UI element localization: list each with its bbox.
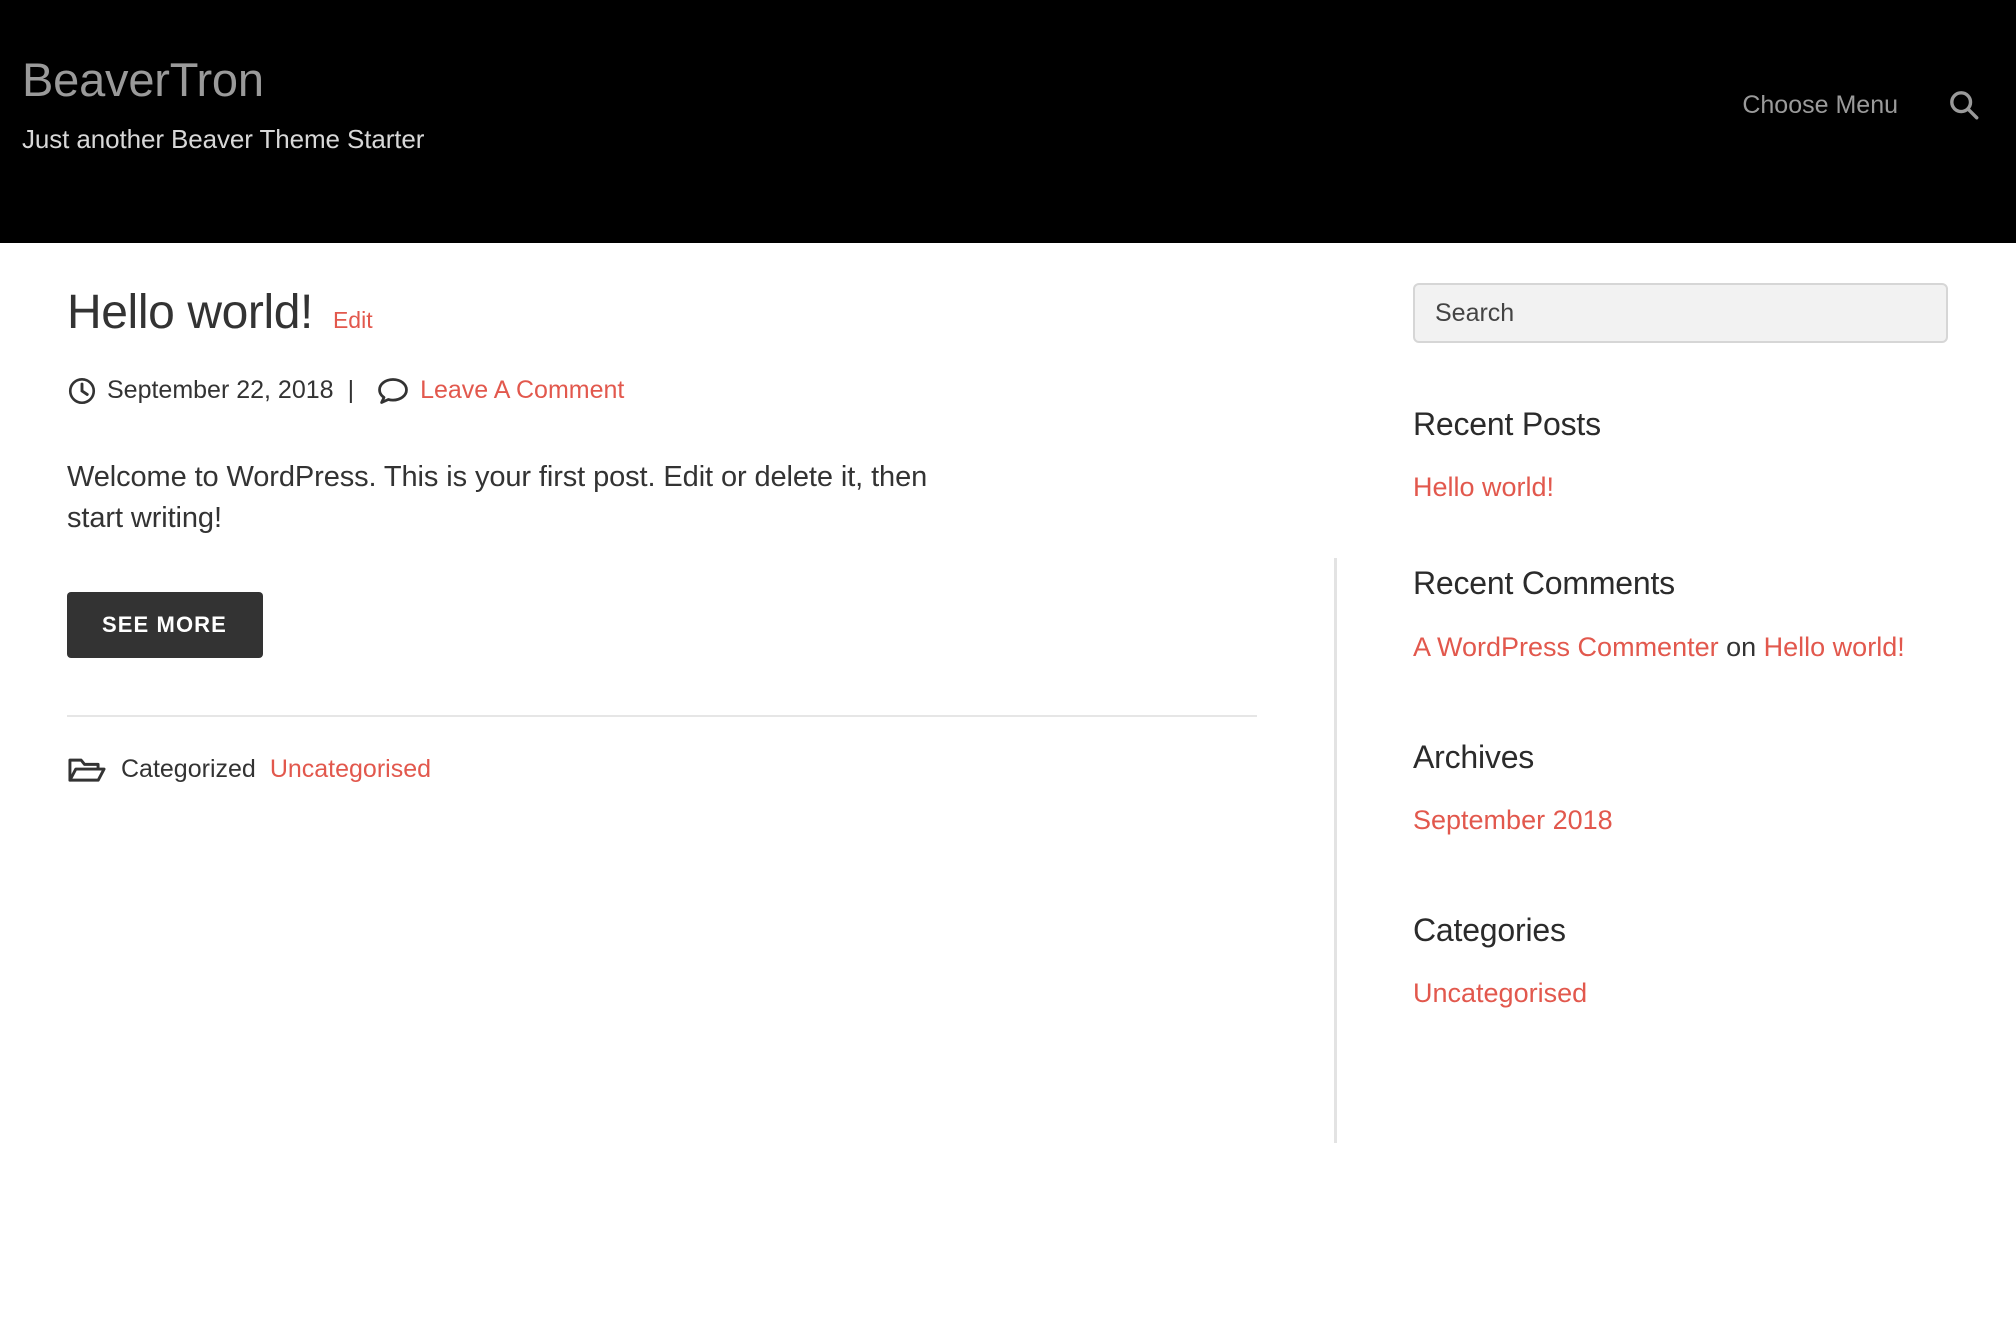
- categories-list: Uncategorised: [1413, 976, 1948, 1012]
- post-header: Hello world! Edit: [67, 287, 1257, 340]
- comment-bubble-icon: [376, 375, 410, 407]
- post-date-meta: September 22, 2018: [67, 376, 334, 406]
- widget-recent-comments: Recent Comments A WordPress Commenter on…: [1413, 564, 1948, 665]
- recent-comments-list: A WordPress Commenter on Hello world!: [1413, 630, 1948, 666]
- content-sidebar-divider: [1334, 558, 1337, 1143]
- header-inner: BeaverTron Just another Beaver Theme Sta…: [0, 0, 2016, 155]
- widget-search: [1413, 283, 1948, 343]
- post-article: Hello world! Edit September 22, 2018 |: [67, 287, 1257, 786]
- site-tagline: Just another Beaver Theme Starter: [22, 124, 424, 155]
- post-category-link[interactable]: Uncategorised: [270, 755, 431, 784]
- site-branding: BeaverTron Just another Beaver Theme Sta…: [22, 55, 424, 155]
- main-content: Hello world! Edit September 22, 2018 |: [0, 243, 1334, 786]
- widget-title-categories: Categories: [1413, 911, 1948, 949]
- comment-author-link[interactable]: A WordPress Commenter: [1413, 632, 1719, 662]
- edit-post-link[interactable]: Edit: [333, 307, 373, 334]
- list-item: Uncategorised: [1413, 976, 1948, 1012]
- post-comment-meta: Leave A Comment: [376, 375, 624, 407]
- clock-icon: [67, 376, 97, 406]
- post-divider: [67, 715, 1257, 717]
- sidebar: Recent Posts Hello world! Recent Comment…: [1334, 243, 2016, 1024]
- categorized-label: Categorized: [121, 755, 256, 784]
- post-body-text: Welcome to WordPress. This is your first…: [67, 457, 972, 540]
- archives-list: September 2018: [1413, 803, 1948, 839]
- widget-archives: Archives September 2018: [1413, 738, 1948, 839]
- leave-comment-link[interactable]: Leave A Comment: [420, 376, 624, 405]
- post-date-text: September 22, 2018: [107, 376, 334, 405]
- widget-recent-posts: Recent Posts Hello world!: [1413, 405, 1948, 506]
- recent-posts-list: Hello world!: [1413, 470, 1948, 506]
- search-input[interactable]: [1413, 283, 1948, 343]
- meta-separator: |: [348, 376, 355, 405]
- list-item: September 2018: [1413, 803, 1948, 839]
- widget-title-recent-posts: Recent Posts: [1413, 405, 1948, 443]
- header-navigation: Choose Menu: [1742, 55, 1988, 127]
- site-title[interactable]: BeaverTron: [22, 55, 424, 106]
- site-header: BeaverTron Just another Beaver Theme Sta…: [0, 0, 2016, 243]
- recent-post-link[interactable]: Hello world!: [1413, 472, 1554, 502]
- see-more-button[interactable]: See More: [67, 592, 263, 658]
- list-item: Hello world!: [1413, 470, 1948, 506]
- search-icon[interactable]: [1942, 83, 1986, 127]
- post-meta: September 22, 2018 | Leave A Comment: [67, 375, 1257, 407]
- page-wrapper: Hello world! Edit September 22, 2018 |: [0, 243, 2016, 1024]
- list-item: A WordPress Commenter on Hello world!: [1413, 630, 1948, 666]
- folder-open-icon: [67, 754, 107, 786]
- post-title[interactable]: Hello world!: [67, 287, 313, 340]
- choose-menu-button[interactable]: Choose Menu: [1742, 91, 1898, 120]
- comment-on-text: on: [1719, 632, 1764, 662]
- comment-post-link[interactable]: Hello world!: [1764, 632, 1905, 662]
- widget-title-recent-comments: Recent Comments: [1413, 564, 1948, 602]
- category-link[interactable]: Uncategorised: [1413, 978, 1587, 1008]
- widget-categories: Categories Uncategorised: [1413, 911, 1948, 1012]
- archive-link[interactable]: September 2018: [1413, 805, 1613, 835]
- widget-title-archives: Archives: [1413, 738, 1948, 776]
- post-footer: Categorized Uncategorised: [67, 754, 1257, 786]
